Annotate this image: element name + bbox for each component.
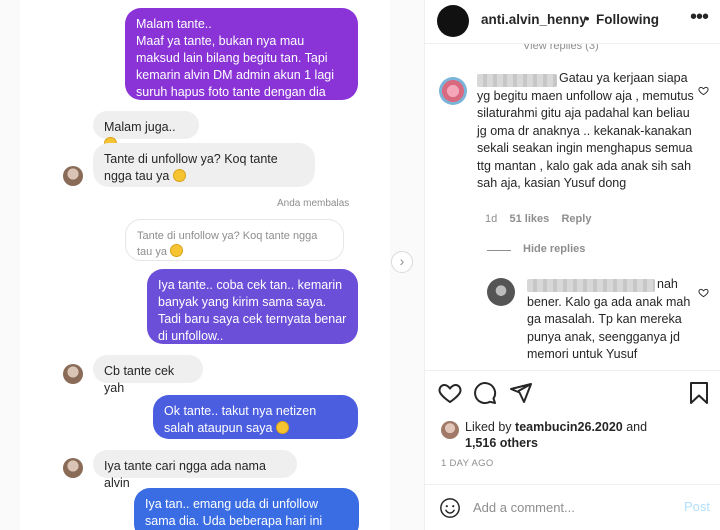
chat-message-in: Iya tante cari ngga ada nama alvin: [93, 450, 297, 490]
add-comment-bar: Post: [425, 484, 720, 530]
grin-emoji-icon: [172, 169, 186, 182]
author-username[interactable]: anti.alvin_henny: [481, 12, 587, 27]
chat-message-text: Malam juga..: [104, 120, 176, 134]
post-image: Malam tante.. Maaf ya tante, bukan nya m…: [0, 0, 424, 530]
post-actions: [425, 370, 720, 416]
contact-avatar: [63, 364, 83, 384]
reply-text: nah bener. Kalo ga ada anak mah ga masal…: [527, 277, 691, 361]
chat-message-out: Ok tante.. takut nya netizen salah ataup…: [153, 395, 358, 439]
liker-avatar[interactable]: [441, 421, 459, 439]
contact-avatar: [63, 166, 83, 186]
chat-message-text: Tante di unfollow ya? Koq tante ngga tau…: [104, 152, 278, 183]
bookmark-icon[interactable]: [687, 381, 711, 405]
chat-message-in: Tante di unfollow ya? Koq tante ngga tau…: [93, 143, 315, 187]
comment-likes[interactable]: 51 likes: [509, 213, 549, 225]
chat-message-out: Malam tante.. Maaf ya tante, bukan nya m…: [125, 8, 358, 116]
post-time[interactable]: 1 DAY AGO: [441, 458, 494, 469]
liked-by-text: Liked by teambucin26.2020 and 1,516 othe…: [465, 419, 705, 451]
chat-message-out: Iya tan.. emang uda di unfollow sama dia…: [134, 488, 359, 530]
liked-by-prefix: Liked by: [465, 420, 512, 434]
quoted-message: Tante di unfollow ya? Koq tante ngga tau…: [125, 219, 344, 261]
chat-message-in: Cb tante cek yah: [93, 355, 203, 395]
hide-replies-link[interactable]: Hide replies: [523, 243, 585, 255]
liked-by: Liked by teambucin26.2020 and 1,516 othe…: [425, 416, 720, 456]
following-button[interactable]: Following: [596, 12, 659, 27]
heart-icon[interactable]: [438, 381, 462, 405]
liked-by-and: and: [626, 420, 648, 434]
comment-meta: 1d 51 likes Reply: [485, 213, 591, 225]
comment-age: 1d: [485, 213, 498, 225]
comment-text: Gatau ya kerjaan siapa yg begitu maen un…: [477, 71, 694, 190]
reply-label: Anda membalas: [277, 198, 350, 209]
like-reply-icon[interactable]: [698, 287, 709, 298]
author-avatar[interactable]: [437, 5, 469, 37]
post-header: anti.alvin_henny • Following •••: [425, 0, 720, 44]
emoji-icon[interactable]: [439, 497, 461, 519]
chat-screenshot: Malam tante.. Maaf ya tante, bukan nya m…: [20, 0, 390, 530]
next-image-button[interactable]: ›: [391, 251, 413, 273]
more-icon[interactable]: •••: [690, 6, 709, 29]
share-icon[interactable]: [509, 381, 533, 405]
view-replies-link[interactable]: View replies (3): [523, 44, 599, 52]
comment-input[interactable]: [473, 497, 663, 517]
chat-message-in: Malam juga..: [93, 111, 199, 150]
post-button[interactable]: Post: [684, 499, 710, 514]
post-sidebar: anti.alvin_henny • Following ••• View re…: [424, 0, 720, 530]
grin-emoji-icon: [170, 244, 184, 257]
comments-list: View replies (3) Gatau ya kerjaan siapa …: [425, 44, 720, 370]
comment-icon[interactable]: [473, 381, 497, 405]
like-comment-icon[interactable]: [698, 85, 709, 96]
divider-line: [487, 250, 511, 251]
chat-message-text: Ok tante.. takut nya netizen salah ataup…: [164, 404, 317, 435]
reply-button[interactable]: Reply: [561, 213, 591, 225]
smile-emoji-icon: [275, 421, 289, 434]
contact-avatar: [63, 458, 83, 478]
liked-by-others[interactable]: 1,516 others: [465, 436, 538, 450]
liked-by-user[interactable]: teambucin26.2020: [515, 420, 623, 434]
commenter-avatar[interactable]: [439, 77, 467, 105]
separator-dot: •: [585, 11, 590, 26]
quoted-message-text: Tante di unfollow ya? Koq tante ngga tau…: [137, 230, 318, 258]
chat-message-out: Iya tante.. coba cek tan.. kemarin banya…: [147, 269, 358, 344]
replier-avatar[interactable]: [487, 278, 515, 306]
